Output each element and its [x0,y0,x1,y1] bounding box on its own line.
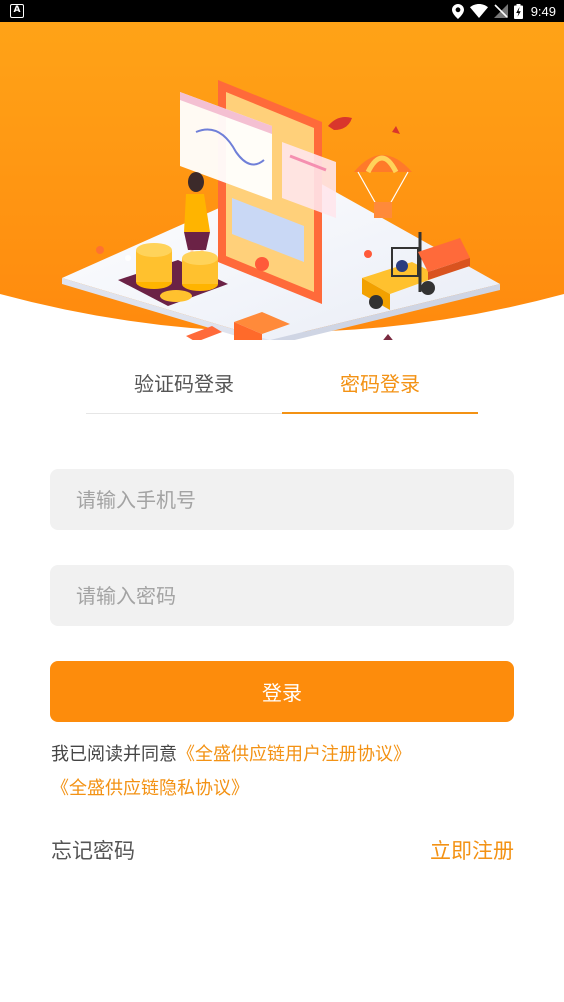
status-bar: A 9:49 [0,0,564,22]
forgot-password-link[interactable]: 忘记密码 [51,836,135,866]
login-button[interactable]: 登录 [50,661,514,722]
header-banner [0,22,564,340]
status-time: 9:49 [530,3,556,19]
register-link[interactable]: 立即注册 [430,836,514,866]
agreement-notice: 我已阅读并同意《全盛供应链用户注册协议》 《全盛供应链隐私协议》 [51,738,521,806]
user-agreement-link[interactable]: 《全盛供应链用户注册协议》 [177,744,411,765]
privacy-policy-link[interactable]: 《全盛供应链隐私协议》 [51,778,249,799]
app-notification-icon: A [10,4,24,18]
tab-sms-login[interactable]: 验证码登录 [86,362,282,414]
active-tab-indicator [282,412,478,414]
location-icon [451,3,464,19]
login-tabs: 验证码登录 密码登录 [86,362,478,414]
password-input[interactable] [50,565,514,626]
tab-password-login[interactable]: 密码登录 [282,362,478,414]
wifi-icon [469,4,488,18]
phone-input[interactable] [50,469,514,530]
status-right: 9:49 [451,3,556,19]
no-sim-icon [493,4,508,18]
battery-charging-icon [513,3,523,19]
status-left: A [10,4,24,18]
agreement-prefix: 我已阅读并同意 [51,744,177,765]
